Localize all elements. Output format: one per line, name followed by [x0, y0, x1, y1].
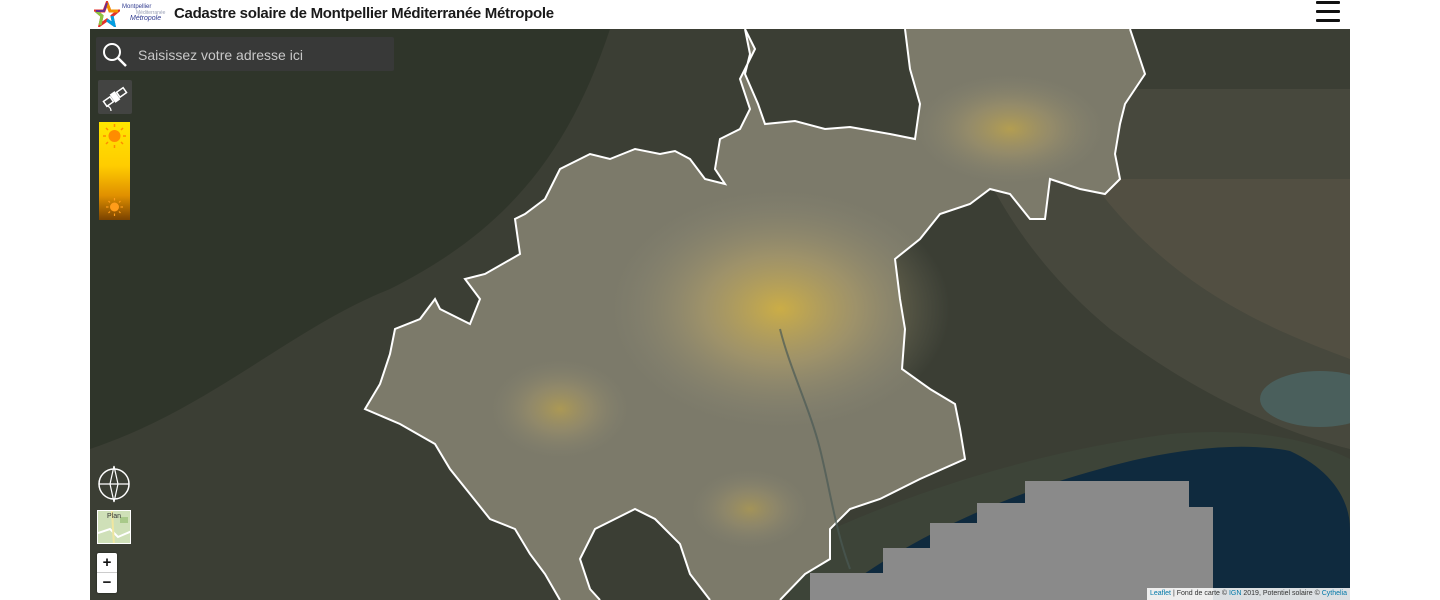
hamburger-menu-icon[interactable]	[1316, 1, 1340, 25]
zoom-control: + −	[97, 553, 117, 593]
satellite-basemap[interactable]	[90, 29, 1350, 600]
metropole-logo[interactable]: Montpellier Méditerranée Métropole	[94, 1, 165, 27]
search-bar	[96, 37, 394, 73]
menu-bar	[1316, 19, 1340, 22]
city-center-solar	[610, 189, 950, 429]
app: Montpellier Méditerranée Métropole Cadas…	[90, 0, 1350, 600]
menu-bar	[1316, 10, 1340, 13]
plan-label: Plan	[106, 513, 121, 520]
page-title: Cadastre solaire de Montpellier Méditerr…	[174, 5, 554, 22]
attribution-year: 2019, Potentiel solaire ©	[1241, 590, 1322, 597]
north-suburb-solar	[915, 74, 1105, 184]
logo-line-3: Métropole	[130, 15, 162, 22]
south-suburb-solar	[690, 469, 810, 549]
search-icon[interactable]	[101, 41, 129, 69]
compass-icon[interactable]	[96, 464, 132, 504]
map-viewport[interactable]: Plan + − Leaflet | Fond de carte © IGN 2…	[90, 29, 1350, 600]
map-attribution: Leaflet | Fond de carte © IGN 2019, Pote…	[1146, 588, 1350, 600]
zoom-out-button[interactable]: −	[97, 573, 117, 593]
satellite-toggle-button[interactable]	[98, 80, 132, 114]
header-bar: Montpellier Méditerranée Métropole Cadas…	[90, 0, 1350, 29]
sun-low-icon	[106, 198, 123, 216]
west-suburb-solar	[490, 359, 630, 459]
logo-star-icon	[94, 1, 120, 27]
attribution-fond: Fond de carte ©	[1176, 590, 1229, 597]
menu-bar	[1316, 1, 1340, 4]
search-input[interactable]	[136, 37, 390, 73]
leaflet-link[interactable]: Leaflet	[1150, 590, 1171, 597]
ign-link[interactable]: IGN	[1229, 590, 1241, 597]
zoom-in-button[interactable]: +	[97, 553, 117, 573]
satellite-icon	[102, 86, 128, 112]
solar-potential-legend	[99, 122, 130, 220]
basemap-plan-toggle[interactable]: Plan	[97, 510, 131, 544]
sun-icon	[103, 124, 126, 148]
logo-text: Montpellier Méditerranée Métropole	[122, 4, 165, 22]
cythelia-link[interactable]: Cythelia	[1322, 590, 1347, 597]
